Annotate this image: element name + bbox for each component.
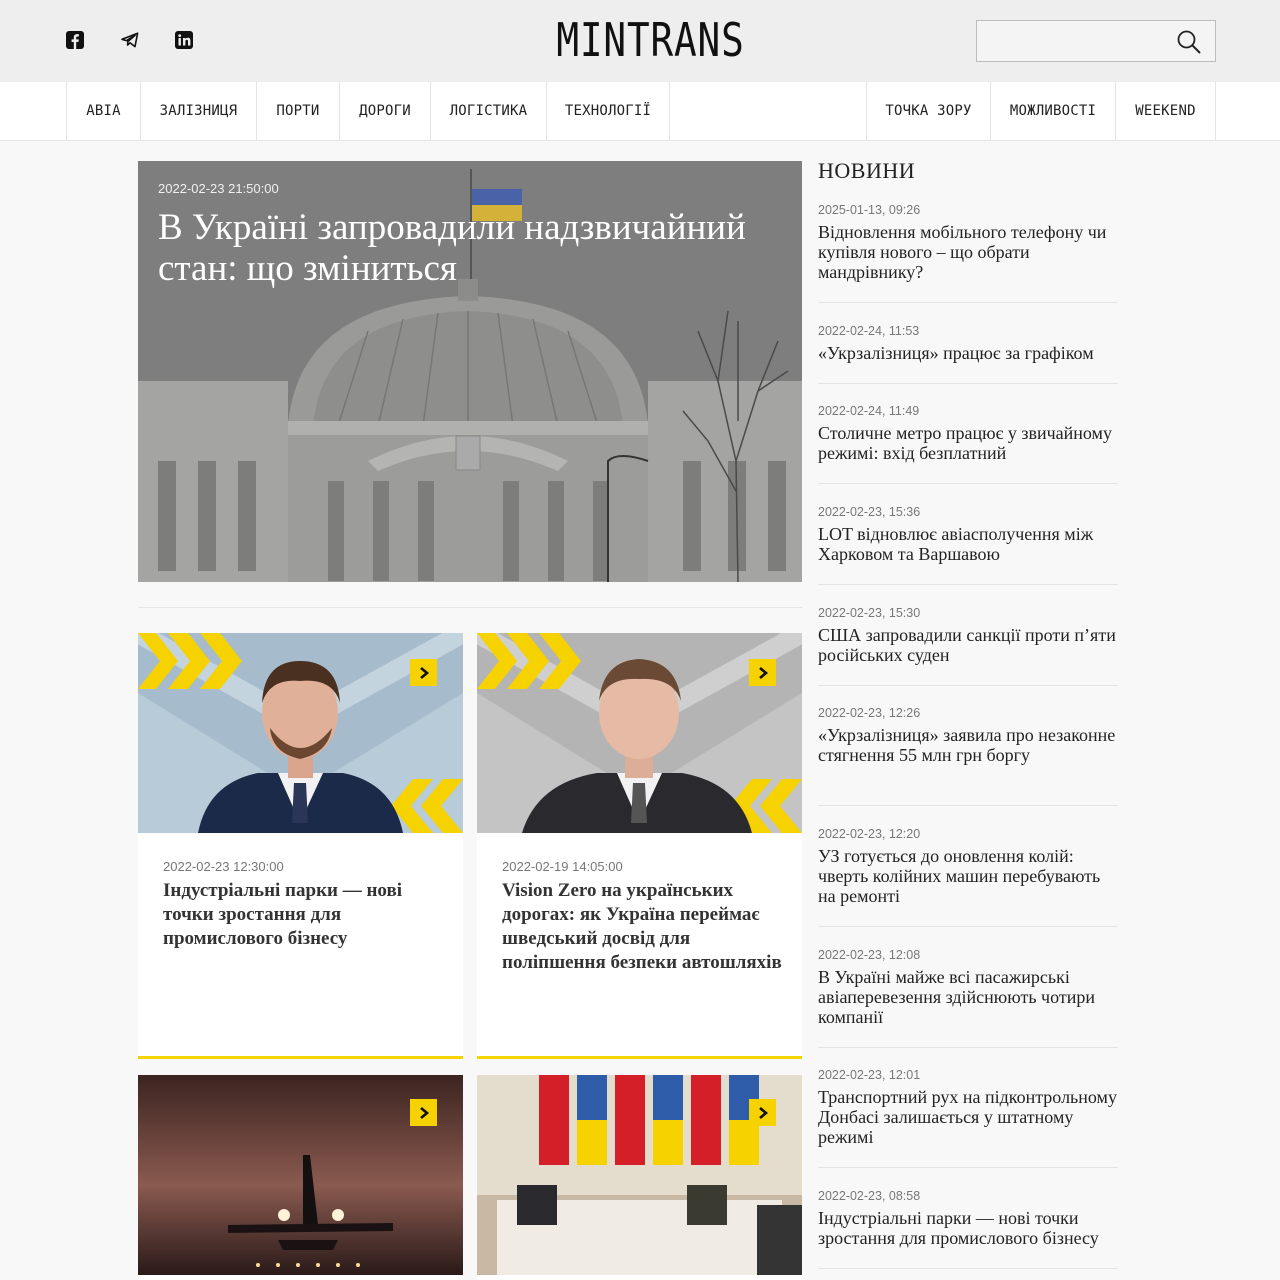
news-heading: НОВИНИ bbox=[818, 158, 916, 183]
news-title[interactable]: Індустріальні парки — нові точки зростан… bbox=[818, 1208, 1118, 1248]
hero-title[interactable]: В Україні запровадили надзвичайний стан:… bbox=[158, 207, 788, 289]
card-title[interactable]: Індустріальні парки — нові точки зростан… bbox=[163, 879, 443, 951]
news-date: 2025-01-13, 09:26 bbox=[818, 203, 921, 217]
news-item[interactable]: 2022-02-24, 11:49 Столичне метро працює … bbox=[818, 404, 1118, 484]
site-logo[interactable]: MINTRANS bbox=[556, 14, 743, 66]
article-card[interactable] bbox=[138, 1075, 463, 1280]
news-item[interactable]: 2022-02-23, 08:58 Індустріальні парки — … bbox=[818, 1189, 1118, 1269]
news-title[interactable]: США запровадили санкції проти п’яти росі… bbox=[818, 625, 1118, 665]
news-item[interactable]: 2022-02-23, 12:20 УЗ готується до оновле… bbox=[818, 827, 1118, 927]
news-title[interactable]: Столичне метро працює у звичайному режим… bbox=[818, 423, 1118, 463]
arrow-right-icon[interactable] bbox=[749, 1099, 776, 1126]
news-item[interactable]: 2022-02-23, 12:01 Транспортний рух на пі… bbox=[818, 1068, 1118, 1168]
news-item[interactable]: 2022-02-24, 11:53 «Укрзалізниця» працює … bbox=[818, 324, 1118, 384]
arrow-right-icon[interactable] bbox=[410, 1099, 437, 1126]
news-date: 2022-02-24, 11:53 bbox=[818, 324, 920, 338]
news-title[interactable]: В Україні майже всі пасажирські авіапере… bbox=[818, 967, 1118, 1027]
card-title[interactable]: Vision Zero на українських дорогах: як У… bbox=[502, 879, 782, 975]
article-card[interactable] bbox=[477, 1075, 802, 1280]
news-title[interactable]: Транспортний рух на підконтрольному Донб… bbox=[818, 1087, 1118, 1147]
card-accent-bar bbox=[477, 1056, 802, 1059]
nav-item-opportunities[interactable]: МОЖЛИВОСТІ bbox=[990, 82, 1115, 140]
news-date: 2022-02-23, 08:58 bbox=[818, 1189, 921, 1203]
news-date: 2022-02-23, 12:20 bbox=[818, 827, 921, 841]
news-item[interactable]: 2025-01-13, 09:26 Відновлення мобільного… bbox=[818, 203, 1118, 303]
article-card[interactable]: 2022-02-19 14:05:00 Vision Zero на украї… bbox=[477, 633, 802, 1059]
nav-item-avia[interactable]: АВІА bbox=[66, 82, 140, 140]
arrow-right-icon[interactable] bbox=[410, 659, 437, 686]
card-date: 2022-02-23 12:30:00 bbox=[163, 859, 284, 874]
arrow-right-icon[interactable] bbox=[749, 659, 776, 686]
news-item[interactable]: 2022-02-23, 15:30 США запровадили санкці… bbox=[818, 606, 1118, 686]
card-accent-bar bbox=[138, 1056, 463, 1059]
news-date: 2022-02-23, 12:01 bbox=[818, 1068, 921, 1082]
hero-date: 2022-02-23 21:50:00 bbox=[158, 181, 279, 196]
news-title[interactable]: УЗ готується до оновлення колій: чверть … bbox=[818, 846, 1118, 906]
nav-item-roads[interactable]: ДОРОГИ bbox=[339, 82, 430, 140]
news-date: 2022-02-24, 11:49 bbox=[818, 404, 920, 418]
search-input[interactable] bbox=[977, 21, 1167, 61]
news-item[interactable]: 2022-02-23, 12:08 В Україні майже всі па… bbox=[818, 948, 1118, 1048]
nav-item-railway[interactable]: ЗАЛІЗНИЦЯ bbox=[140, 82, 256, 140]
news-item[interactable]: 2022-02-23, 12:26 «Укрзалізниця» заявила… bbox=[818, 706, 1118, 806]
top-header: MINTRANS bbox=[0, 0, 1280, 82]
news-title[interactable]: «Укрзалізниця» працює за графіком bbox=[818, 343, 1118, 363]
section-divider bbox=[138, 607, 802, 608]
hero-article[interactable]: 2022-02-23 21:50:00 В Україні запровадил… bbox=[138, 161, 802, 582]
card-date: 2022-02-19 14:05:00 bbox=[502, 859, 623, 874]
news-date: 2022-02-23, 15:30 bbox=[818, 606, 921, 620]
search-box bbox=[976, 20, 1216, 62]
nav-item-weekend[interactable]: WEEKEND bbox=[1115, 82, 1216, 140]
linkedin-icon[interactable] bbox=[174, 30, 194, 50]
news-date: 2022-02-23, 12:08 bbox=[818, 948, 921, 962]
article-card[interactable]: 2022-02-23 12:30:00 Індустріальні парки … bbox=[138, 633, 463, 1059]
search-icon[interactable] bbox=[1175, 28, 1203, 56]
facebook-icon[interactable] bbox=[65, 30, 85, 50]
nav-item-logistics[interactable]: ЛОГІСТИКА bbox=[430, 82, 546, 140]
main-nav: АВІА ЗАЛІЗНИЦЯ ПОРТИ ДОРОГИ ЛОГІСТИКА ТЕ… bbox=[0, 82, 1280, 141]
nav-item-ports[interactable]: ПОРТИ bbox=[256, 82, 339, 140]
news-title[interactable]: Відновлення мобільного телефону чи купів… bbox=[818, 222, 1118, 282]
news-item[interactable]: 2022-02-23, 15:36 LOT відновлює авіаспол… bbox=[818, 505, 1118, 585]
nav-item-technologies[interactable]: ТЕХНОЛОГІЇ bbox=[546, 82, 670, 140]
telegram-icon[interactable] bbox=[120, 30, 140, 50]
news-date: 2022-02-23, 12:26 bbox=[818, 706, 921, 720]
news-title[interactable]: LOT відновлює авіасполучення між Харково… bbox=[818, 524, 1118, 564]
news-title[interactable]: «Укрзалізниця» заявила про незаконне стя… bbox=[818, 725, 1118, 765]
nav-item-viewpoint[interactable]: ТОЧКА ЗОРУ bbox=[866, 82, 990, 140]
news-date: 2022-02-23, 15:36 bbox=[818, 505, 921, 519]
